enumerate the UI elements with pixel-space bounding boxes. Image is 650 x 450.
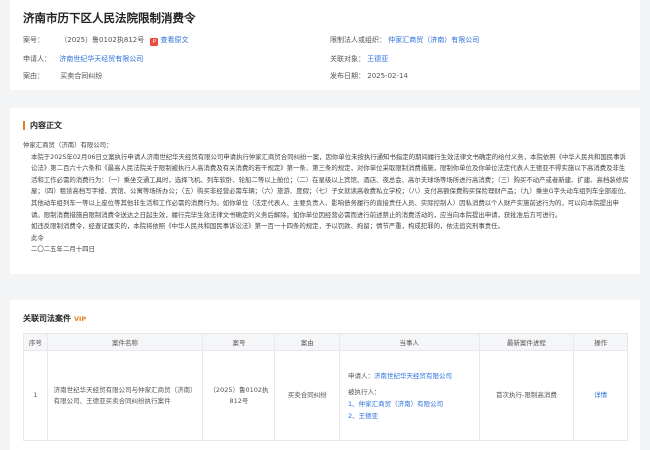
content-paragraph: 本院于2025年02月06日立案执行申请人济南世纪华天经贸有限公司申请执行仲家汇… [31,152,631,219]
cell-case-no: （2025）鲁0102执812号 [202,350,276,441]
related-label: 关联对象： [330,55,365,63]
party-applicant-link[interactable]: 济南世纪华天经贸有限公司 [374,372,452,380]
restricted-row: 限制法人或组织： 仲家汇商贸（济南）有限公司 [330,35,479,45]
col-header-cause: 案由 [274,333,340,351]
case-no-value: （2025）鲁0102执812号 [60,36,145,44]
content-paragraph: 如违反限制消费令，经查证属实的，本院将依照《中华人民共和国民事诉讼法》第一百一十… [31,222,504,231]
date-label: 发布日期： [330,72,365,80]
party-applicant-label: 申请人： [347,371,374,380]
case-cause-row: 案由： 买卖合同纠纷 [23,71,102,81]
table-row: 1 济南世纪华天经贸有限公司与仲家汇商贸（济南）有限公司、王德亚买卖合同纠纷执行… [23,350,628,441]
page-title: 济南市历下区人民法院限制消费令 [23,11,196,25]
applicant-label: 申请人： [23,55,51,63]
content-text: 仲家汇商贸（济南）有限公司： 本院于2025年02月06日立案执行申请人济南世纪… [23,140,631,256]
addressee: 仲家汇商贸（济南）有限公司： [23,141,113,149]
date-row: 发布日期： 2025-02-14 [330,71,408,81]
case-no-row: 案号： （2025）鲁0102执812号 P 查看原文 [23,35,188,46]
cell-parties: 申请人：济南世纪华天经贸有限公司 被执行人： 1、仲家汇商贸（济南）有限公司 2… [338,350,480,441]
party-executed-label: 被执行人： [347,387,381,396]
date-value: 2025-02-14 [367,72,408,80]
cell-cause: 买卖合同纠纷 [274,350,340,441]
cell-index: 1 [23,350,48,441]
col-header-action: 操作 [573,333,628,351]
order-closing: 此令 [31,233,44,242]
view-original-link[interactable]: 查看原文 [160,36,188,44]
header-card: 济南市历下区人民法院限制消费令 案号： （2025）鲁0102执812号 P 查看… [10,0,640,90]
detail-link[interactable]: 详情 [573,350,628,441]
related-row: 关联对象： 王德亚 [330,54,388,64]
related-cases-title: 关联司法案件 VIP [23,313,86,324]
col-header-index: 序号 [23,333,48,351]
col-header-parties: 当事人 [338,333,480,351]
col-header-name: 案件名称 [46,333,204,351]
cell-case-name: 济南世纪华天经贸有限公司与仲家汇商贸（济南）有限公司、王德亚买卖合同纠纷执行案件 [46,350,204,441]
related-cases-title-text: 关联司法案件 [23,314,71,323]
party-executed-2-link[interactable]: 2、王德亚 [348,410,471,422]
case-cause-label: 案由： [23,72,44,80]
related-cases-table: 序号 案件名称 案号 案由 当事人 最新案件进程 操作 1 济南世纪华天经贸有限… [23,333,628,441]
party-executed-1-link[interactable]: 1、仲家汇商贸（济南）有限公司 [348,398,471,410]
related-link[interactable]: 王德亚 [367,55,388,63]
col-header-case-no: 案号 [202,333,276,351]
applicant-link[interactable]: 济南世纪华天经贸有限公司 [59,55,143,63]
table-header-row: 序号 案件名称 案号 案由 当事人 最新案件进程 操作 [23,333,628,351]
cell-progress: 首次执行-限制高消费 [478,350,575,441]
applicant-row: 申请人： 济南世纪华天经贸有限公司 [23,54,143,64]
pdf-icon[interactable]: P [150,38,159,46]
content-card: 内容正文 仲家汇商贸（济南）有限公司： 本院于2025年02月06日立案执行申请… [10,108,640,274]
content-section-title: 内容正文 [23,121,62,130]
case-cause-value: 买卖合同纠纷 [60,72,103,80]
restricted-label: 限制法人或组织： [330,36,386,44]
restricted-org-link[interactable]: 仲家汇商贸（济南）有限公司 [388,36,479,44]
order-date: 二〇二五年二月十四日 [31,245,95,254]
related-cases-card: 关联司法案件 VIP 序号 案件名称 案号 案由 当事人 最新案件进程 操作 1… [10,300,640,450]
case-no-label: 案号： [23,36,44,44]
vip-badge: VIP [74,315,87,323]
col-header-progress: 最新案件进程 [478,333,575,351]
